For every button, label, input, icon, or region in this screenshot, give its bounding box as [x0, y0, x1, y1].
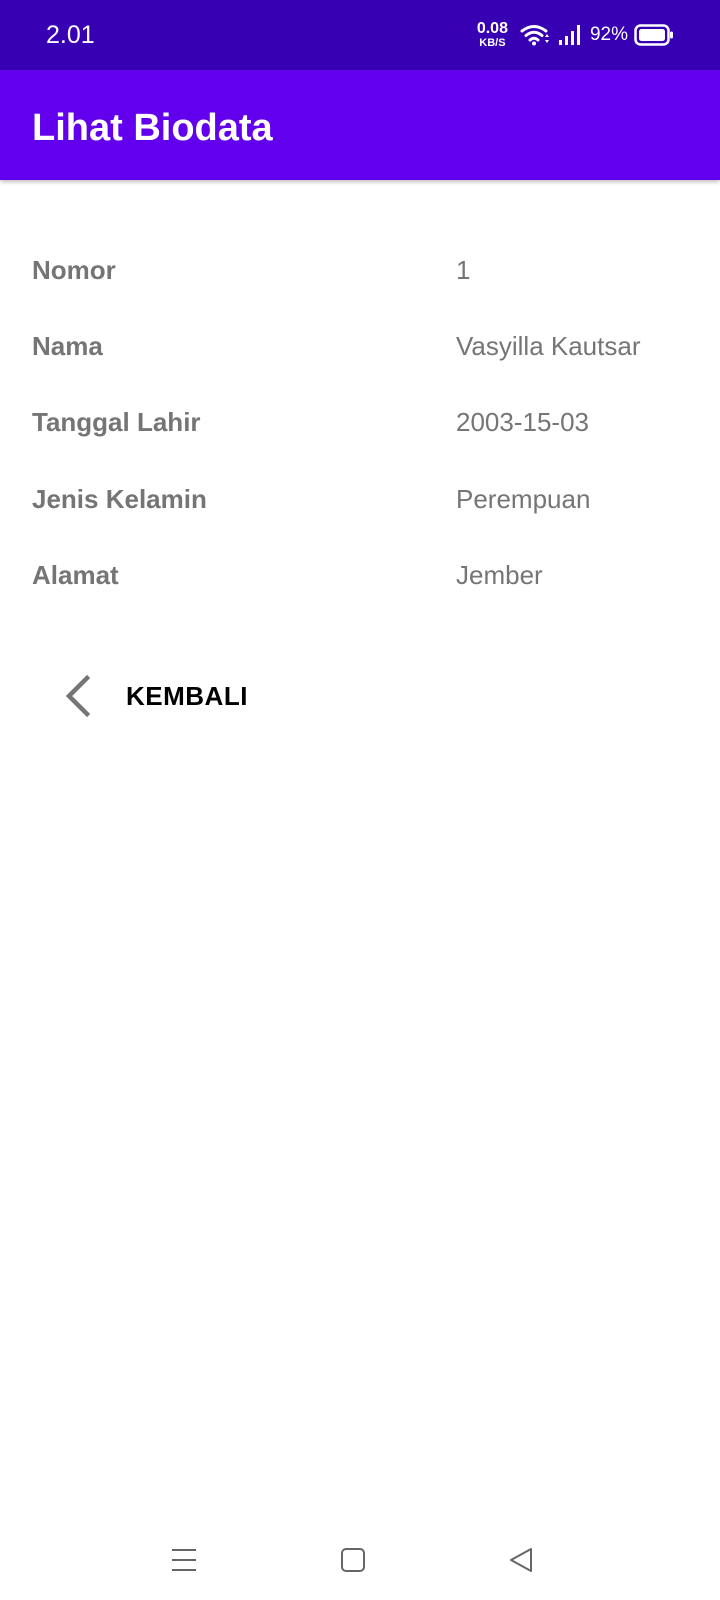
page-title: Lihat Biodata [32, 107, 273, 149]
status-time: 2.01 [46, 21, 95, 49]
row-label: Nomor [32, 255, 116, 285]
biodata-row-nomor: Nomor 1 [0, 250, 720, 290]
biodata-row-jenis-kelamin: Jenis Kelamin Perempuan [0, 479, 720, 519]
network-speed-unit: KB/S [479, 37, 506, 49]
status-indicators: 0.08 KB/S 92% [477, 18, 674, 52]
battery-icon [634, 24, 674, 46]
chevron-left-icon [56, 674, 100, 718]
home-icon[interactable] [329, 1536, 377, 1584]
kembali-label: KEMBALI [126, 680, 248, 711]
row-label: Alamat [32, 560, 119, 590]
back-triangle-icon[interactable] [497, 1536, 545, 1584]
system-nav-bar [0, 1520, 720, 1600]
row-label: Tanggal Lahir [32, 407, 201, 437]
menu-icon[interactable] [160, 1536, 208, 1584]
biodata-row-alamat: Alamat Jember [0, 555, 720, 595]
app-bar: Lihat Biodata [0, 70, 720, 180]
row-label: Jenis Kelamin [32, 484, 207, 514]
network-speed: 0.08 KB/S [477, 21, 508, 49]
biodata-row-tanggal-lahir: Tanggal Lahir 2003-15-03 [0, 402, 720, 442]
status-bar: 2.01 0.08 KB/S 92% [0, 0, 720, 70]
wifi-icon [520, 23, 550, 47]
row-value: 1 [456, 255, 471, 285]
row-value: Vasyilla Kautsar [456, 331, 641, 361]
network-speed-value: 0.08 [476, 20, 508, 37]
cellular-signal-icon [558, 24, 582, 46]
battery-percent: 92% [589, 24, 628, 45]
kembali-button[interactable]: KEMBALI [50, 660, 270, 732]
row-value: Perempuan [456, 484, 591, 514]
biodata-row-nama: Nama Vasyilla Kautsar [0, 326, 720, 366]
row-value: Jember [456, 560, 543, 590]
row-label: Nama [32, 331, 103, 361]
row-value: 2003-15-03 [456, 407, 589, 437]
